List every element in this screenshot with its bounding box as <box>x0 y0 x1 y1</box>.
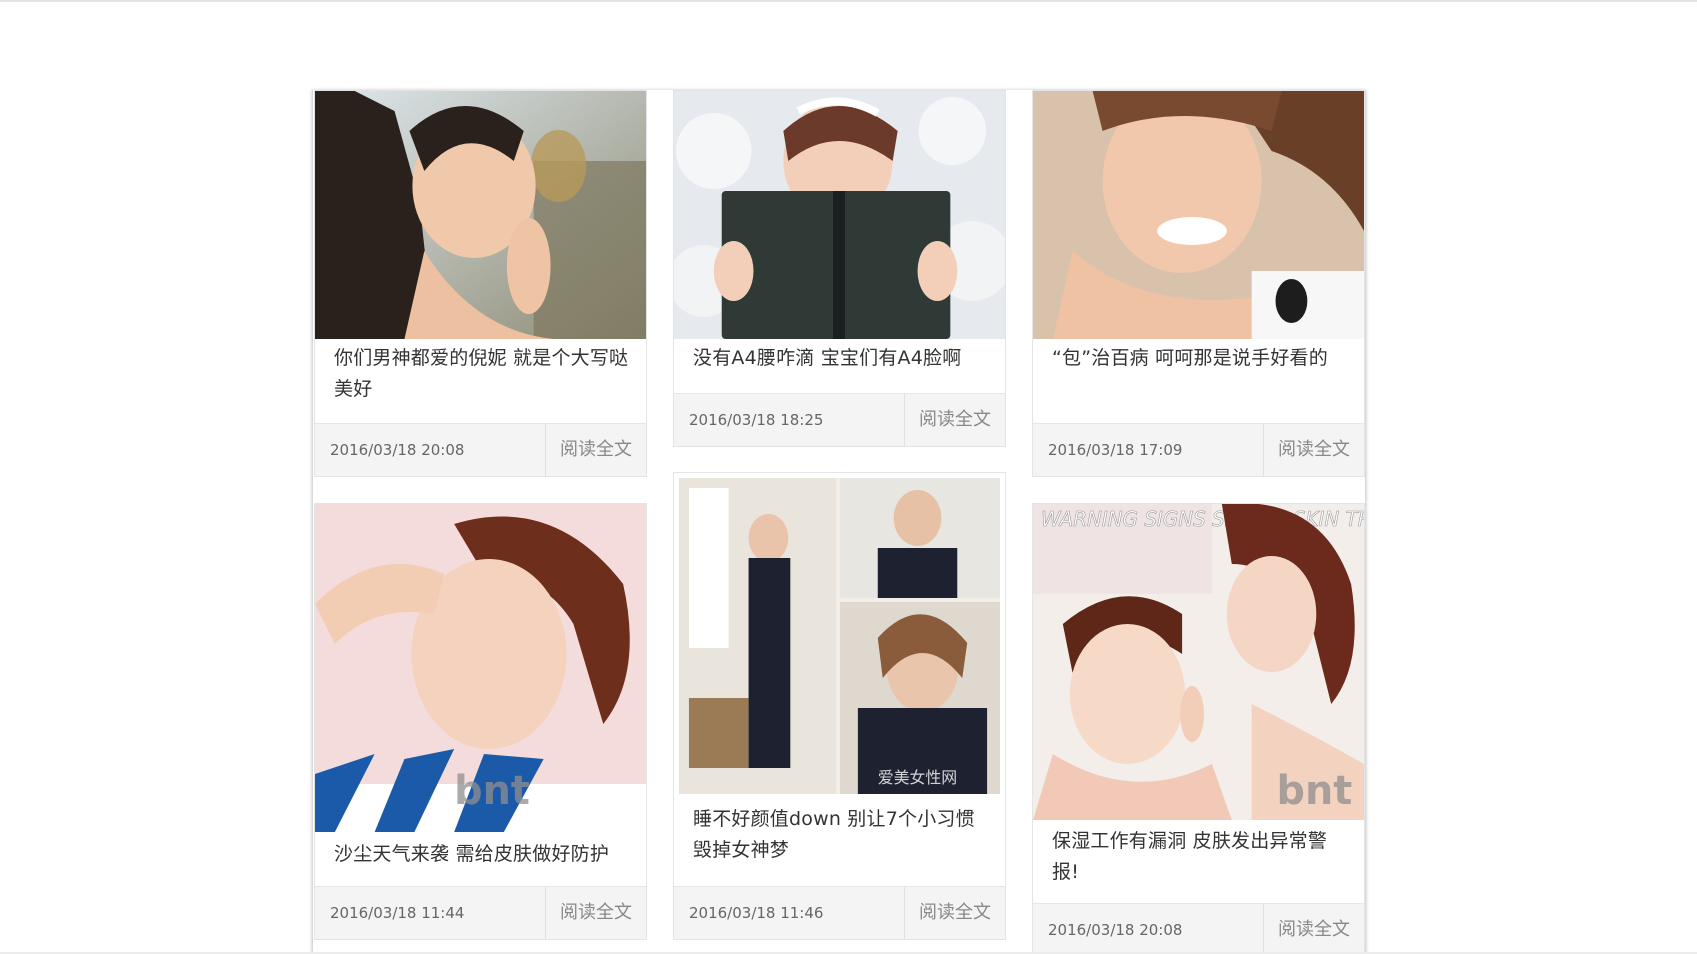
article-date: 2016/03/18 20:08 <box>1048 921 1183 939</box>
watermark-text: 爱美女性网 <box>878 768 957 787</box>
article-thumbnail[interactable] <box>1033 91 1364 339</box>
article-date: 2016/03/18 11:44 <box>330 904 465 922</box>
read-more-button[interactable]: 阅读全文 <box>1263 904 1364 954</box>
article-card[interactable]: “包”治百病 呵呵那是说手好看的 2016/03/18 17:09 阅读全文 <box>1032 90 1365 477</box>
article-thumbnail[interactable]: bnt <box>315 504 646 832</box>
article-footer: 2016/03/18 18:25 阅读全文 <box>674 393 1005 446</box>
article-date: 2016/03/18 20:08 <box>330 441 465 459</box>
article-title[interactable]: 沙尘天气来袭 需给皮肤做好防护 <box>334 839 630 870</box>
article-date: 2016/03/18 18:25 <box>689 411 824 429</box>
article-title[interactable]: 你们男神都爱的倪妮 就是个大写哒美好 <box>334 343 630 405</box>
article-footer: 2016/03/18 20:08 阅读全文 <box>315 423 646 476</box>
article-thumbnail[interactable]: WARNING SIGNS SPRING SKIN TROUBLES bnt <box>1033 504 1364 820</box>
read-more-button[interactable]: 阅读全文 <box>904 394 1005 446</box>
article-card[interactable]: 爱美女性网 睡不好颜值down 别让7个小习惯毁掉女神梦 2016/03/18 … <box>673 472 1006 940</box>
watermark-text: bnt <box>454 768 530 814</box>
image-headline: WARNING SIGNS SPRING SKIN TROUBLES <box>1041 507 1364 531</box>
article-thumbnail[interactable]: 爱美女性网 <box>674 473 1005 799</box>
article-footer: 2016/03/18 17:09 阅读全文 <box>1033 423 1364 476</box>
article-title[interactable]: 没有A4腰咋滴 宝宝们有A4脸啊 <box>693 343 989 374</box>
article-thumbnail[interactable] <box>674 91 1005 339</box>
article-card[interactable]: bnt 沙尘天气来袭 需给皮肤做好防护 2016/03/18 11:44 阅读全… <box>314 503 647 940</box>
article-thumbnail[interactable] <box>315 91 646 339</box>
article-card[interactable]: 没有A4腰咋滴 宝宝们有A4脸啊 2016/03/18 18:25 阅读全文 <box>673 90 1006 447</box>
article-title[interactable]: “包”治百病 呵呵那是说手好看的 <box>1052 343 1348 374</box>
article-card[interactable]: WARNING SIGNS SPRING SKIN TROUBLES bnt 保… <box>1032 503 1365 954</box>
article-date: 2016/03/18 11:46 <box>689 904 824 922</box>
top-divider <box>0 0 1697 2</box>
article-footer: 2016/03/18 20:08 阅读全文 <box>1033 903 1364 954</box>
article-date: 2016/03/18 17:09 <box>1048 441 1183 459</box>
article-title[interactable]: 睡不好颜值down 别让7个小习惯毁掉女神梦 <box>693 804 989 866</box>
article-feed: 你们男神都爱的倪妮 就是个大写哒美好 2016/03/18 20:08 阅读全文 <box>312 90 1366 954</box>
read-more-button[interactable]: 阅读全文 <box>545 424 646 476</box>
article-card[interactable]: 你们男神都爱的倪妮 就是个大写哒美好 2016/03/18 20:08 阅读全文 <box>314 90 647 477</box>
read-more-button[interactable]: 阅读全文 <box>545 887 646 939</box>
article-footer: 2016/03/18 11:46 阅读全文 <box>674 886 1005 939</box>
article-footer: 2016/03/18 11:44 阅读全文 <box>315 886 646 939</box>
read-more-button[interactable]: 阅读全文 <box>1263 424 1364 476</box>
watermark-text: bnt <box>1277 768 1353 814</box>
article-title[interactable]: 保湿工作有漏洞 皮肤发出异常警报! <box>1052 826 1348 888</box>
read-more-button[interactable]: 阅读全文 <box>904 887 1005 939</box>
